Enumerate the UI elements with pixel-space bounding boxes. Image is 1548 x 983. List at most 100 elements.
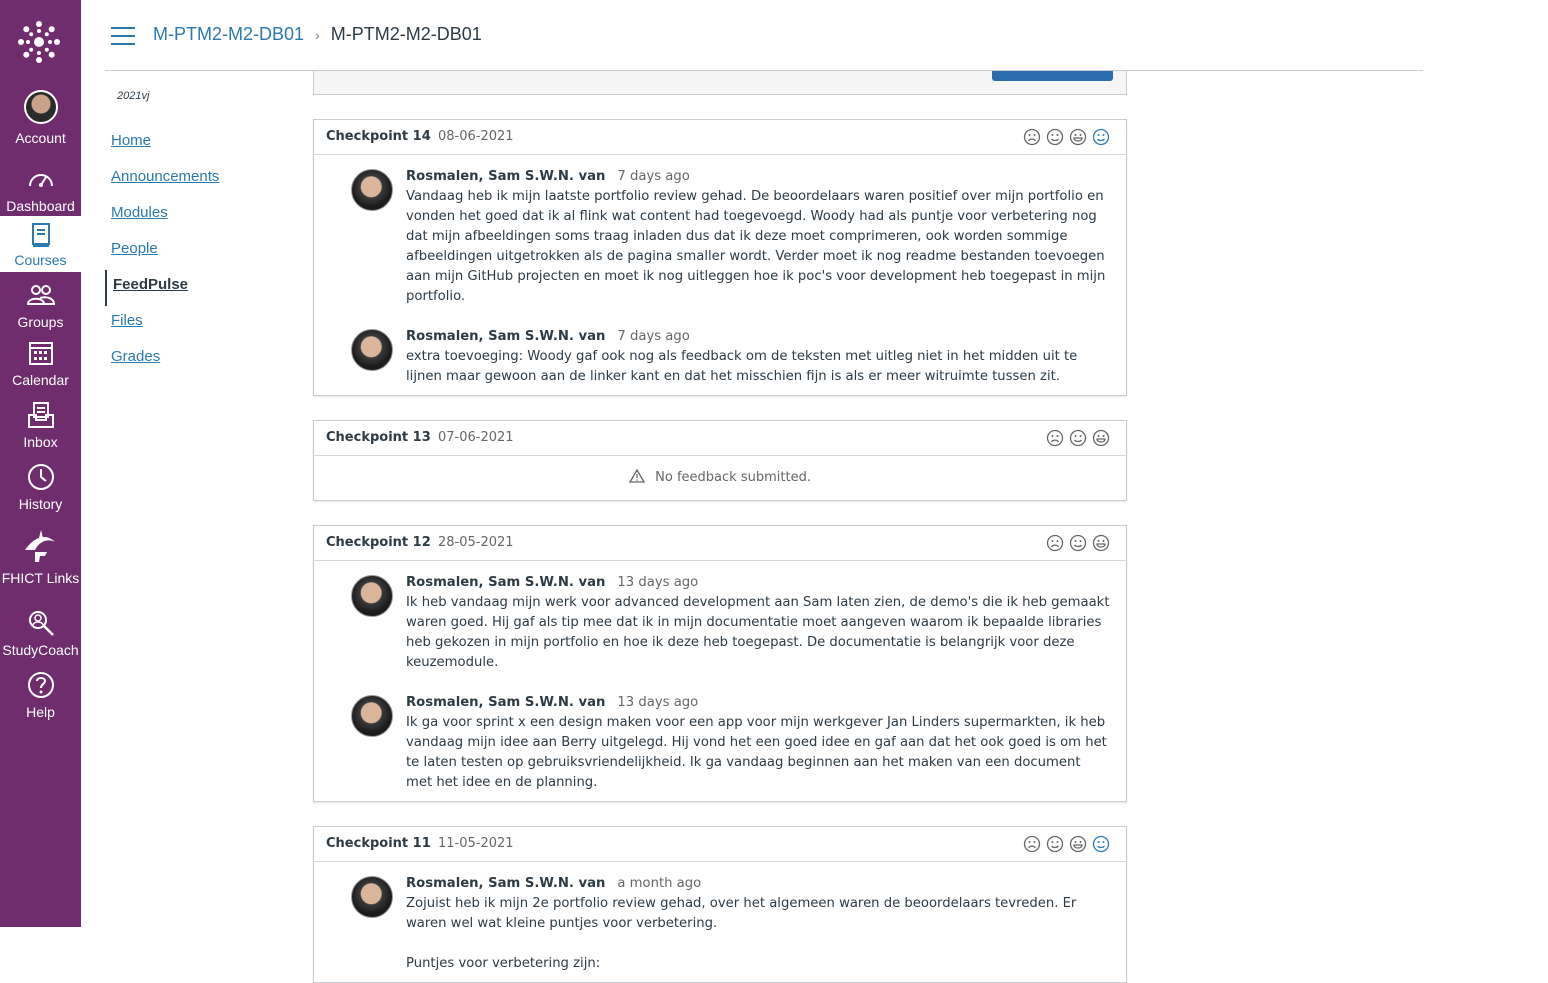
studycoach-icon	[28, 611, 54, 636]
nav-groups[interactable]: Groups	[0, 280, 81, 330]
sad-face-icon[interactable]	[1023, 835, 1041, 853]
hamburger-menu-icon[interactable]	[111, 27, 135, 45]
smile-face-icon[interactable]	[1046, 128, 1064, 146]
course-header: M-PTM2-M2-DB01 › M-PTM2-M2-DB01	[105, 0, 1423, 71]
dashboard-gauge-icon	[28, 174, 53, 187]
feedpulse-content: Checkpoint 14 08-06-2021 Rosmalen, Sam S…	[313, 71, 1127, 983]
feedback-author: Rosmalen, Sam S.W.N. van	[406, 876, 606, 891]
nav-calendar-label: Calendar	[12, 372, 69, 388]
feedback-entry: Rosmalen, Sam S.W.N. van 7 days ago Vanda…	[314, 155, 1126, 315]
nav-studycoach[interactable]: StudyCoach	[0, 608, 81, 658]
sad-face-icon[interactable]	[1023, 128, 1041, 146]
checkpoint-title: Checkpoint 12	[326, 535, 431, 550]
feedback-entry: Rosmalen, Sam S.W.N. van 13 days ago Ik g…	[314, 681, 1126, 801]
course-nav-home[interactable]: Home	[105, 126, 305, 162]
nav-dashboard-label: Dashboard	[6, 198, 75, 214]
nav-courses[interactable]: Courses	[0, 216, 81, 272]
smile-face-icon[interactable]	[1069, 429, 1087, 447]
sad-face-icon[interactable]	[1046, 534, 1064, 552]
author-avatar	[351, 329, 393, 371]
feedback-author: Rosmalen, Sam S.W.N. van	[406, 695, 606, 710]
rating-faces	[1046, 534, 1110, 552]
course-nav-files[interactable]: Files	[105, 306, 305, 342]
nav-account[interactable]: Account	[0, 90, 81, 146]
global-nav: Account Dashboard Courses Groups Calenda…	[0, 0, 81, 927]
breadcrumb-current: M-PTM2-M2-DB01	[330, 24, 482, 44]
help-icon	[27, 672, 54, 698]
grin-face-icon[interactable]	[1092, 534, 1110, 552]
author-avatar	[351, 695, 393, 737]
sad-face-icon[interactable]	[1046, 429, 1064, 447]
feedback-entry: Rosmalen, Sam S.W.N. van 13 days ago Ik h…	[314, 561, 1126, 681]
no-feedback-text: No feedback submitted.	[655, 470, 811, 485]
nav-help-label: Help	[26, 704, 55, 720]
author-avatar	[351, 876, 393, 918]
nav-dashboard[interactable]: Dashboard	[0, 164, 81, 214]
user-avatar-icon	[23, 90, 58, 124]
canvas-logo-icon[interactable]	[17, 20, 61, 64]
inbox-icon	[27, 402, 54, 428]
course-nav-people[interactable]: People	[105, 234, 305, 270]
checkpoint-header: Checkpoint 14 08-06-2021	[314, 120, 1126, 155]
feedback-author: Rosmalen, Sam S.W.N. van	[406, 575, 606, 590]
course-nav-grades[interactable]: Grades	[105, 342, 305, 378]
groups-icon	[26, 285, 55, 305]
feedback-author: Rosmalen, Sam S.W.N. van	[406, 329, 606, 344]
feedback-text: Ik heb vandaag mijn werk voor advanced d…	[406, 595, 1114, 670]
checkpoint-title: Checkpoint 11	[326, 836, 431, 851]
smile-face-icon[interactable]	[1046, 835, 1064, 853]
checkpoint-title: Checkpoint 14	[326, 129, 431, 144]
checkpoint-header: Checkpoint 12 28-05-2021	[314, 526, 1126, 561]
nav-calendar[interactable]: Calendar	[0, 338, 81, 388]
checkpoint-date: 28-05-2021	[438, 535, 514, 550]
fhict-logo-icon	[24, 530, 55, 562]
nav-inbox[interactable]: Inbox	[0, 400, 81, 450]
nav-history-label: History	[18, 496, 63, 512]
breadcrumb-course-link[interactable]: M-PTM2-M2-DB01	[153, 24, 304, 44]
course-nav-announcements[interactable]: Announcements	[105, 162, 305, 198]
nav-account-label: Account	[15, 130, 66, 146]
checkpoint-date: 07-06-2021	[438, 430, 514, 445]
nav-fhict-links-label: FHICT Links	[1, 570, 80, 586]
grin-face-icon[interactable]	[1069, 128, 1087, 146]
feedback-author: Rosmalen, Sam S.W.N. van	[406, 169, 606, 184]
happy-face-selected-icon[interactable]	[1092, 835, 1110, 853]
course-nav-feedpulse[interactable]: FeedPulse	[105, 270, 305, 306]
grin-face-icon[interactable]	[1092, 429, 1110, 447]
checkpoint-card: Checkpoint 11 11-05-2021 Rosmalen, Sam S…	[313, 826, 1127, 983]
nav-courses-label: Courses	[14, 252, 67, 268]
nav-fhict-links[interactable]: FHICT Links	[0, 528, 81, 586]
checkpoint-header: Checkpoint 13 07-06-2021	[314, 421, 1126, 456]
checkpoint-title: Checkpoint 13	[326, 430, 431, 445]
course-nav: 2021vj Home Announcements Modules People…	[105, 90, 305, 378]
course-term: 2021vj	[117, 90, 150, 102]
checkpoint-date: 11-05-2021	[438, 836, 514, 851]
feedback-text: Zojuist heb ik mijn 2e portfolio review …	[406, 896, 1077, 971]
feedback-time: 7 days ago	[617, 169, 690, 184]
checkpoint-card: Checkpoint 14 08-06-2021 Rosmalen, Sam S…	[313, 119, 1127, 396]
checkpoint-card: Checkpoint 12 28-05-2021 Rosmalen, Sam S…	[313, 525, 1127, 802]
grin-face-icon[interactable]	[1069, 835, 1087, 853]
request-feedback-button[interactable]	[992, 71, 1113, 81]
feedback-time: 13 days ago	[617, 695, 699, 710]
author-avatar	[351, 169, 393, 211]
author-avatar	[351, 575, 393, 617]
rating-faces	[1023, 835, 1110, 853]
feedback-time: 13 days ago	[617, 575, 699, 590]
nav-history[interactable]: History	[0, 462, 81, 512]
nav-help[interactable]: Help	[0, 670, 81, 720]
happy-face-selected-icon[interactable]	[1092, 128, 1110, 146]
chevron-right-icon: ›	[315, 27, 320, 43]
rating-faces	[1046, 429, 1110, 447]
feedback-time: a month ago	[617, 876, 702, 891]
previous-card-bottom	[313, 71, 1127, 95]
feedback-text: Ik ga voor sprint x een design maken voo…	[406, 715, 1112, 790]
course-nav-modules[interactable]: Modules	[105, 198, 305, 234]
nav-groups-label: Groups	[17, 314, 64, 330]
clock-icon	[27, 464, 54, 490]
no-feedback-message: No feedback submitted.	[314, 456, 1126, 500]
feedback-text: Vandaag heb ik mijn laatste portfolio re…	[406, 189, 1110, 304]
breadcrumb: M-PTM2-M2-DB01 › M-PTM2-M2-DB01	[153, 24, 482, 45]
smile-face-icon[interactable]	[1069, 534, 1087, 552]
checkpoint-header: Checkpoint 11 11-05-2021	[314, 827, 1126, 862]
